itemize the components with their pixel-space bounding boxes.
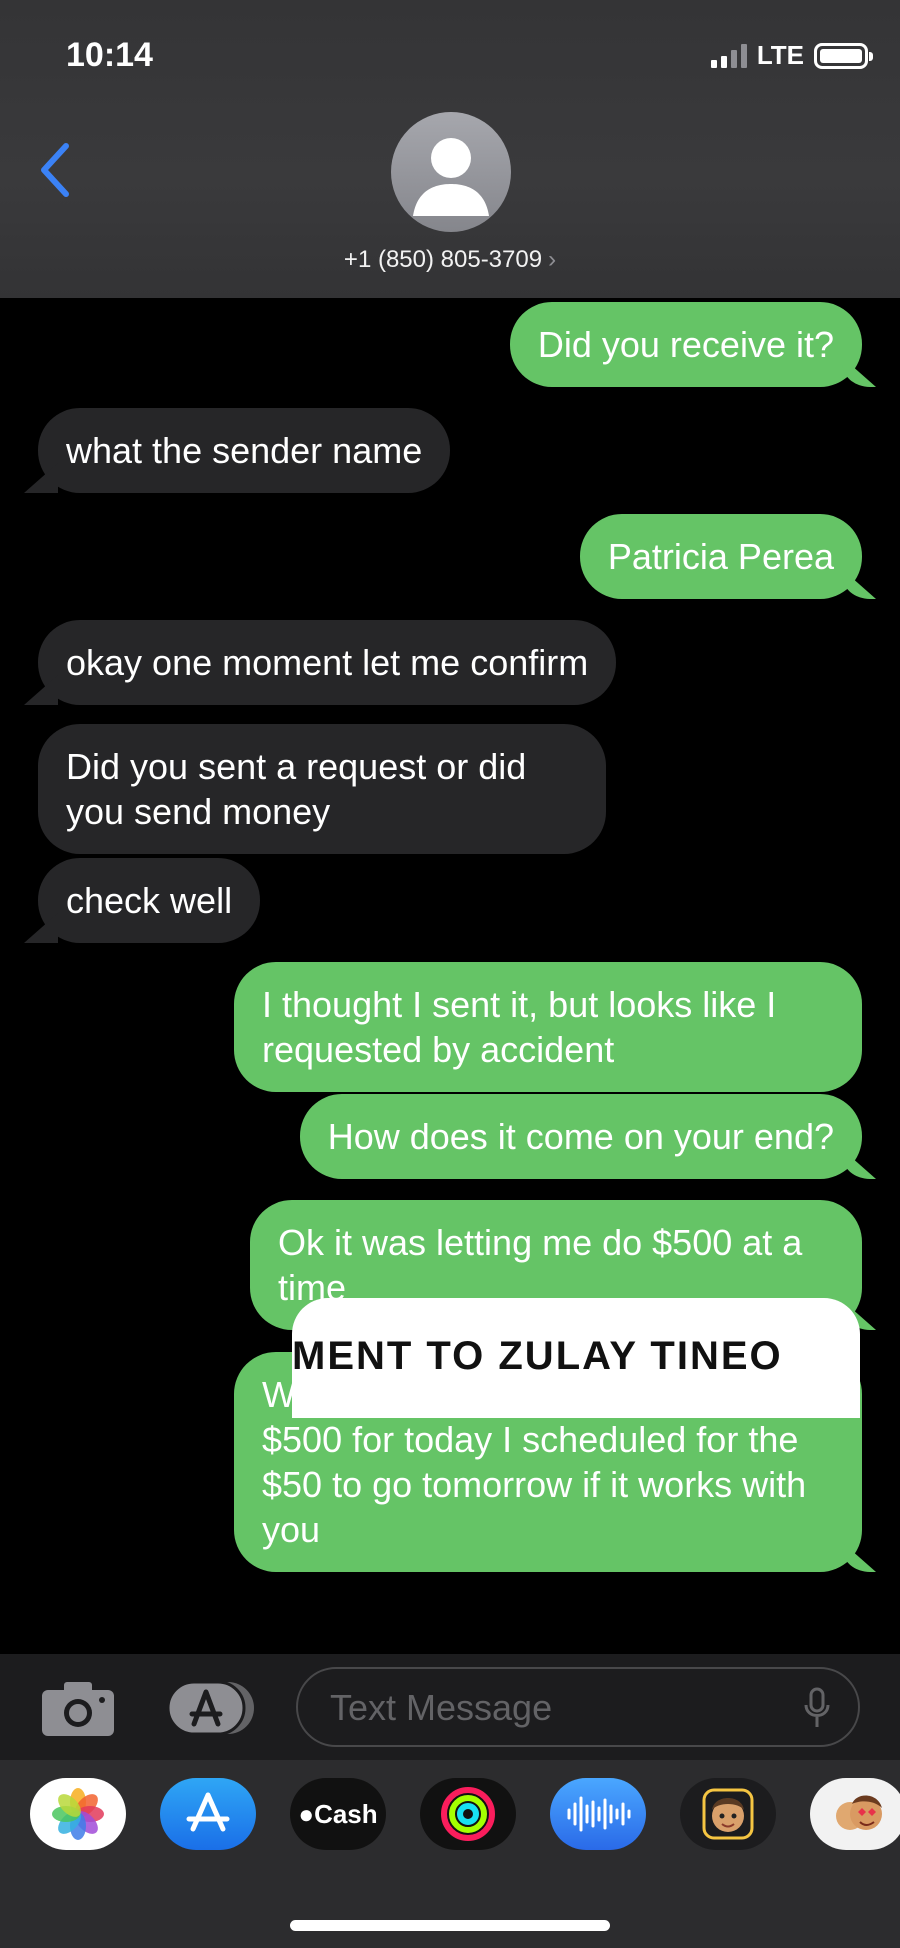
battery-icon — [814, 42, 873, 69]
person-icon — [413, 138, 489, 216]
message-bubble-incoming[interactable]: check well — [38, 858, 261, 943]
memoji-icon — [702, 1788, 754, 1840]
audio-message-icon — [567, 1796, 631, 1832]
imessage-app-drawer: ●Cash — [0, 1760, 900, 1948]
message-input[interactable]: Text Message — [296, 1667, 860, 1747]
signal-icon — [710, 43, 747, 68]
message-bubble-outgoing[interactable]: Patricia Perea — [579, 514, 862, 599]
photos-app-button[interactable] — [30, 1778, 126, 1850]
message-bubble-incoming[interactable]: okay one moment let me confirm — [38, 620, 617, 705]
microphone-icon[interactable] — [804, 1687, 830, 1729]
compose-bar: Text Message — [0, 1654, 900, 1760]
chevron-right-icon: › — [548, 246, 557, 273]
message-bubble-outgoing[interactable]: I thought I sent it, but looks like I re… — [234, 962, 862, 1092]
network-type: LTE — [756, 40, 804, 70]
memoji-button[interactable] — [680, 1778, 776, 1850]
contact-name-button[interactable]: +1 (850) 805-3709 › — [0, 246, 900, 274]
message-bubble-incoming[interactable]: what the sender name — [38, 408, 451, 493]
app-store-icon — [186, 1792, 230, 1832]
payment-card-preview[interactable]: MENT TO ZULAY TINEO — [292, 1298, 860, 1418]
message-bubble-incoming[interactable]: Did you sent a request or did you send m… — [38, 724, 606, 854]
apple-cash-icon: ●Cash — [298, 1798, 378, 1829]
status-time: 10:14 — [66, 36, 153, 74]
apple-cash-button[interactable]: ●Cash — [290, 1778, 386, 1850]
memoji-stickers-icon — [836, 1795, 882, 1830]
activity-app-button[interactable] — [420, 1778, 516, 1850]
camera-button[interactable] — [40, 1678, 116, 1738]
apple-cash-label: Cash — [314, 1798, 378, 1829]
apps-button[interactable] — [166, 1680, 256, 1736]
message-bubble-outgoing[interactable]: Did you receive it? — [509, 302, 862, 387]
camera-icon — [42, 1682, 114, 1736]
conversation-header: 10:14 LTE +1 (850) 805-3709 › — [0, 0, 900, 298]
back-button[interactable] — [36, 140, 76, 200]
home-indicator[interactable] — [290, 1920, 610, 1931]
message-thread[interactable]: Did you receive it? what the sender name… — [0, 298, 900, 1654]
chevron-left-icon — [41, 143, 69, 197]
memoji-stickers-button[interactable] — [810, 1778, 900, 1850]
message-bubble-outgoing[interactable]: How does it come on your end? — [299, 1094, 862, 1179]
app-store-button[interactable] — [160, 1778, 256, 1850]
contact-avatar[interactable] — [391, 112, 511, 232]
status-indicators: LTE — [710, 40, 873, 71]
payment-card-title: MENT TO ZULAY TINEO — [292, 1334, 783, 1378]
message-input-placeholder: Text Message — [330, 1687, 553, 1728]
activity-icon — [441, 1787, 495, 1841]
audio-message-button[interactable] — [550, 1778, 646, 1850]
contact-name: +1 (850) 805-3709 — [343, 246, 543, 273]
photos-icon — [52, 1788, 104, 1840]
app-store-icon — [166, 1680, 254, 1736]
